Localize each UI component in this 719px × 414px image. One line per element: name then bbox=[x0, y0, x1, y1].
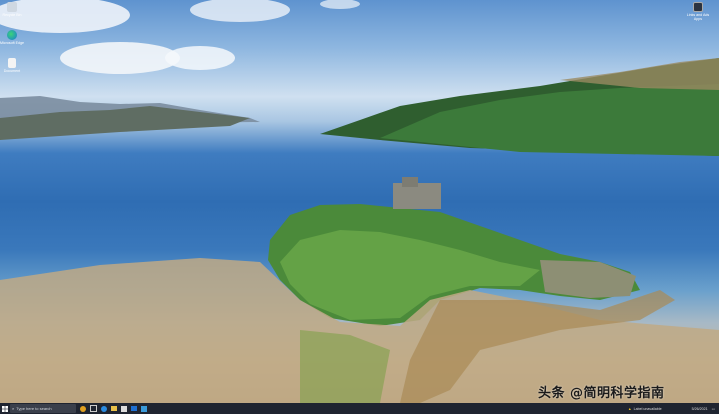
desktop-icon-label: Links and Ads Apps bbox=[686, 13, 710, 21]
mail-icon[interactable] bbox=[131, 406, 137, 411]
file-explorer-icon[interactable] bbox=[111, 406, 117, 411]
edge-browser-icon bbox=[7, 30, 17, 40]
app-shortcut-icon bbox=[693, 2, 703, 12]
task-view-icon[interactable] bbox=[90, 405, 97, 412]
warning-icon[interactable]: ▲ bbox=[628, 407, 632, 411]
photos-icon[interactable] bbox=[141, 405, 147, 412]
store-icon[interactable] bbox=[121, 405, 127, 412]
desktop-wallpaper bbox=[0, 0, 719, 403]
desktop-icon-right[interactable]: Links and Ads Apps bbox=[686, 2, 710, 21]
windows-logo-icon bbox=[2, 405, 8, 412]
edge-taskbar-icon[interactable] bbox=[101, 405, 107, 412]
start-button[interactable] bbox=[0, 403, 10, 414]
cortana-icon[interactable] bbox=[80, 405, 86, 412]
desktop-icon-label: Document bbox=[3, 69, 21, 73]
recycle-bin-icon bbox=[7, 2, 17, 12]
desktop-icon-label: Microsoft Edge bbox=[0, 41, 24, 45]
desktop-icon-document[interactable]: Document bbox=[0, 58, 24, 73]
action-center-icon[interactable]: ▭ bbox=[712, 407, 715, 411]
search-icon: ⌕ bbox=[12, 406, 15, 411]
watermark-text: 头条 @简明科学指南 bbox=[538, 386, 665, 401]
desktop-icon-edge[interactable]: Microsoft Edge bbox=[0, 30, 24, 45]
notification-text: Label unavailable bbox=[633, 406, 662, 411]
taskbar-search-input[interactable]: ⌕ Type here to search bbox=[10, 404, 76, 413]
system-tray: ▲ Label unavailable 5/26/2021 ▭ bbox=[628, 403, 715, 414]
desktop-icon-label: Recycle Bin bbox=[2, 13, 22, 17]
taskbar: ⌕ Type here to search ▲ Label unavailabl… bbox=[0, 403, 719, 414]
clock[interactable]: 5/26/2021 bbox=[692, 407, 708, 411]
desktop-icon-recycle-bin[interactable]: Recycle Bin bbox=[0, 2, 24, 17]
document-icon bbox=[8, 58, 16, 68]
